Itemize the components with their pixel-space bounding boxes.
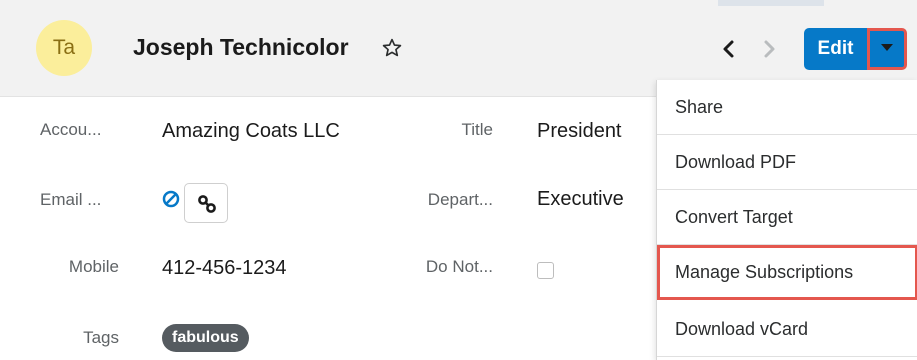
blocked-circle-icon	[162, 190, 180, 208]
edit-button[interactable]: Edit	[804, 28, 867, 70]
do-not-call-label: Do Not...	[425, 257, 493, 276]
avatar: Ta	[36, 20, 92, 76]
account-value[interactable]: Amazing Coats LLC	[162, 120, 340, 143]
link-button[interactable]	[184, 183, 228, 223]
menu-item-download-pdf[interactable]: Download PDF	[657, 135, 917, 190]
link-icon	[198, 195, 216, 213]
caret-down-icon	[881, 44, 893, 51]
chevron-left-icon[interactable]	[720, 39, 738, 59]
menu-item-manage-subscriptions[interactable]: Manage Subscriptions	[657, 245, 917, 300]
chevron-right-icon[interactable]	[760, 39, 778, 59]
title-label: Title	[461, 120, 494, 139]
tags-label: Tags	[83, 328, 119, 347]
mobile-value[interactable]: 412-456-1234	[162, 257, 287, 280]
menu-item-convert-target[interactable]: Convert Target	[657, 190, 917, 245]
mobile-label: Mobile	[68, 257, 119, 276]
header-accent-strip	[718, 0, 824, 6]
star-outline-icon[interactable]	[381, 37, 403, 59]
actions-dropdown-menu: Share Download PDF Convert Target Manage…	[656, 80, 917, 360]
menu-item-share[interactable]: Share	[657, 80, 917, 135]
menu-item-download-vcard[interactable]: Download vCard	[657, 302, 917, 357]
title-value: President	[537, 120, 622, 142]
tag-badge[interactable]: fabulous	[162, 324, 249, 352]
email-label: Email ...	[40, 190, 102, 209]
department-value: Executive	[537, 188, 624, 210]
account-label: Accou...	[40, 120, 102, 139]
record-name: Joseph Technicolor	[133, 34, 349, 60]
actions-dropdown-button[interactable]	[867, 28, 907, 70]
department-label: Depart...	[427, 190, 493, 209]
do-not-call-checkbox[interactable]	[537, 262, 554, 279]
